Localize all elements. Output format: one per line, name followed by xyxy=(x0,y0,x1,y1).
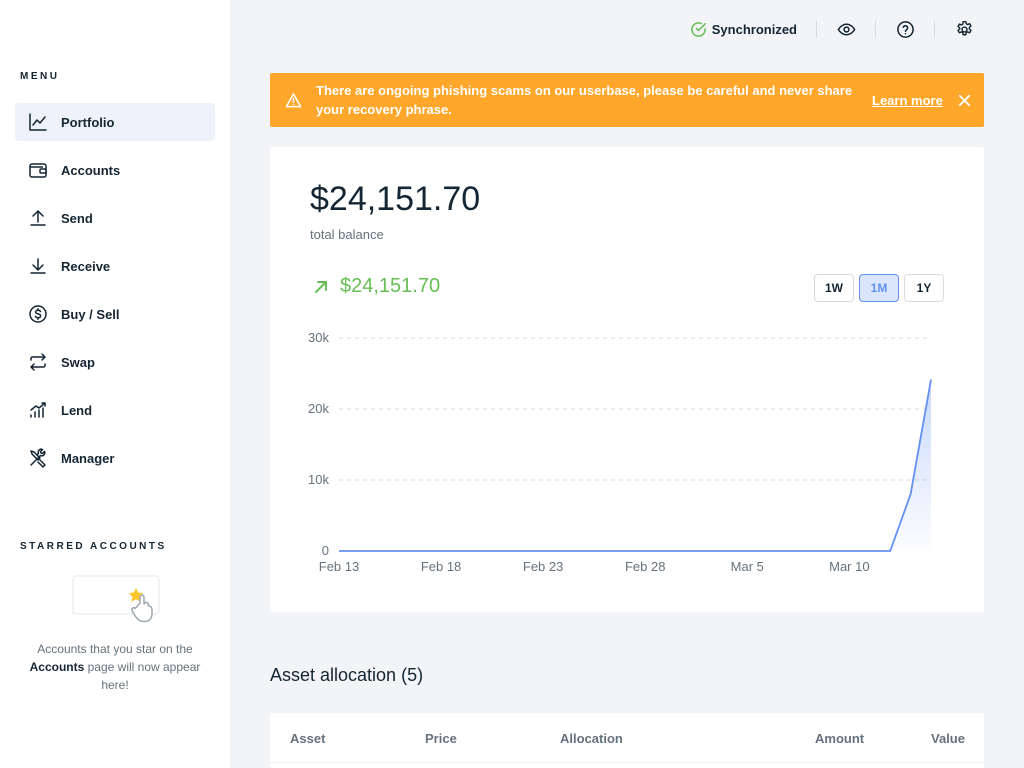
swap-arrows-icon xyxy=(15,352,61,372)
x-tick-label: Mar 10 xyxy=(829,559,869,574)
sidebar-item-label: Manager xyxy=(61,450,115,466)
sidebar: MENU Portfolio Accounts Send Receive Buy… xyxy=(0,0,230,768)
eye-icon[interactable] xyxy=(836,19,856,39)
asset-allocation-table: Asset Price Allocation Amount Value xyxy=(270,713,984,768)
close-icon[interactable] xyxy=(955,90,975,110)
dollar-coin-icon xyxy=(15,304,61,324)
x-tick-label: Feb 13 xyxy=(319,559,359,574)
warning-triangle-icon xyxy=(270,92,316,109)
sync-status-label: Synchronized xyxy=(711,21,797,37)
range-1m-button[interactable]: 1M xyxy=(859,274,899,302)
starred-accounts-empty-text: Accounts that you star on the Accounts p… xyxy=(29,642,201,692)
sidebar-item-label: Receive xyxy=(61,258,111,274)
starred-accounts-title: STARRED ACCOUNTS xyxy=(20,541,167,552)
balance-card: $24,151.70 total balance $24,151.70 1W 1… xyxy=(270,147,984,612)
sidebar-item-buy-sell[interactable]: Buy / Sell xyxy=(15,295,215,333)
sidebar-item-label: Send xyxy=(61,210,93,226)
x-tick-label: Feb 28 xyxy=(625,559,665,574)
y-tick-label: 0 xyxy=(322,543,329,558)
sidebar-item-swap[interactable]: Swap xyxy=(15,343,215,381)
divider xyxy=(816,21,817,37)
y-tick-label: 20k xyxy=(308,401,329,416)
column-header-value[interactable]: Value xyxy=(931,731,965,746)
sidebar-item-label: Lend xyxy=(61,402,93,418)
column-header-allocation[interactable]: Allocation xyxy=(560,731,623,746)
sidebar-item-receive[interactable]: Receive xyxy=(15,247,215,285)
divider xyxy=(934,21,935,37)
arrow-up-icon xyxy=(15,208,61,228)
x-tick-label: Feb 23 xyxy=(523,559,563,574)
star-card-illustration-icon xyxy=(70,575,166,629)
asset-allocation-title: Asset allocation (5) xyxy=(270,665,424,685)
column-header-asset[interactable]: Asset xyxy=(290,731,325,746)
menu-title: MENU xyxy=(20,71,60,82)
arrow-down-icon xyxy=(15,256,61,276)
sidebar-item-send[interactable]: Send xyxy=(15,199,215,237)
sidebar-item-label: Portfolio xyxy=(61,114,115,130)
sidebar-item-accounts[interactable]: Accounts xyxy=(15,151,215,189)
topbar: Synchronized xyxy=(690,18,974,40)
banner-message: There are ongoing phishing scams on our … xyxy=(316,83,853,117)
balance-delta-value: $24,151.70 xyxy=(340,275,441,297)
balance-chart: 0 10k 20k 30k Feb 13 Feb 18 Feb 23 Feb 28 Mar 5 M… xyxy=(308,330,932,574)
column-header-price[interactable]: Price xyxy=(425,731,457,746)
sidebar-item-label: Swap xyxy=(61,354,95,370)
wallet-icon xyxy=(15,160,61,180)
tools-icon xyxy=(15,448,61,468)
sync-status[interactable]: Synchronized xyxy=(690,21,797,38)
table-header: Asset Price Allocation Amount Value xyxy=(270,713,984,763)
range-selector: 1W 1M 1Y xyxy=(809,274,944,302)
column-header-amount[interactable]: Amount xyxy=(815,731,864,746)
check-circle-icon xyxy=(690,21,706,37)
divider xyxy=(875,21,876,37)
lend-chart-icon xyxy=(15,400,61,420)
x-tick-label: Mar 5 xyxy=(731,559,764,574)
chart-line-icon xyxy=(15,112,61,132)
total-balance-label: total balance xyxy=(310,227,384,242)
phishing-warning-banner: There are ongoing phishing scams on our … xyxy=(270,73,984,127)
sidebar-item-label: Buy / Sell xyxy=(61,306,120,322)
sidebar-item-portfolio[interactable]: Portfolio xyxy=(15,103,215,141)
y-tick-label: 10k xyxy=(308,472,329,487)
learn-more-link[interactable]: Learn more xyxy=(872,93,943,108)
sidebar-nav: Portfolio Accounts Send Receive Buy / Se… xyxy=(15,103,215,487)
range-1w-button[interactable]: 1W xyxy=(814,274,854,302)
balance-delta: $24,151.70 xyxy=(312,275,440,298)
x-tick-label: Feb 18 xyxy=(421,559,461,574)
settings-icon[interactable] xyxy=(954,19,974,39)
sidebar-item-manager[interactable]: Manager xyxy=(15,439,215,477)
sidebar-item-lend[interactable]: Lend xyxy=(15,391,215,429)
balance-line xyxy=(339,379,932,552)
range-1y-button[interactable]: 1Y xyxy=(904,274,944,302)
arrow-up-right-icon xyxy=(315,280,327,293)
accounts-link-text: Accounts xyxy=(29,660,85,674)
help-icon[interactable] xyxy=(895,19,915,39)
total-balance-value: $24,151.70 xyxy=(310,180,481,218)
balance-area xyxy=(339,379,931,551)
y-tick-label: 30k xyxy=(308,330,329,345)
sidebar-item-label: Accounts xyxy=(61,162,121,178)
